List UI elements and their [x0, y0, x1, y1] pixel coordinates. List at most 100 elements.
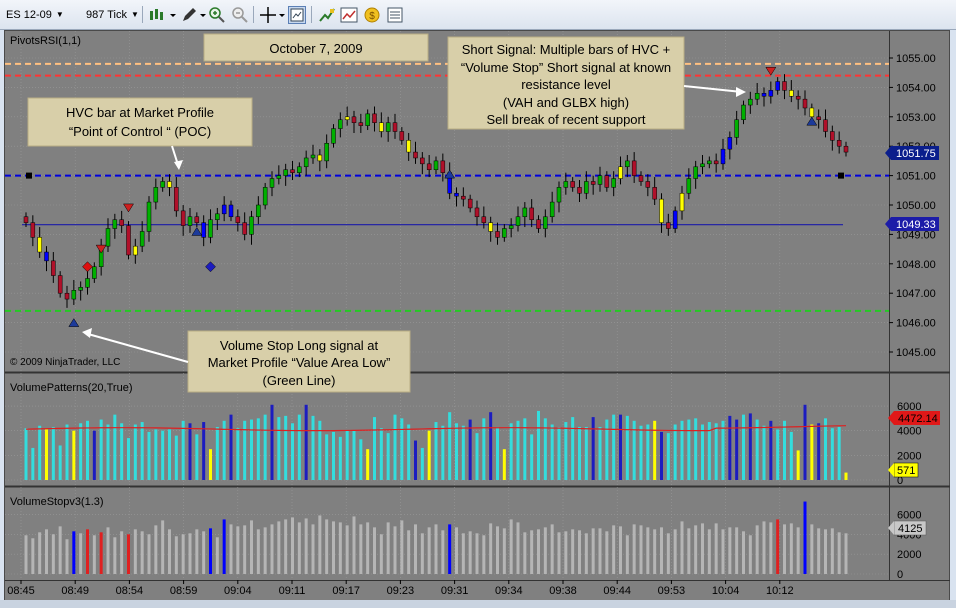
candle-body — [85, 278, 90, 288]
volume-bar — [277, 417, 281, 480]
volstop-bar — [619, 526, 622, 574]
volume-bar — [441, 425, 445, 480]
candle-body — [426, 163, 432, 170]
volume-bar — [742, 414, 745, 480]
volstop-bar — [673, 529, 677, 574]
volstop-bar — [72, 531, 76, 574]
candle-body — [597, 175, 603, 185]
volume-bar — [721, 420, 725, 480]
candle-body — [71, 290, 77, 300]
candle-body — [105, 228, 111, 247]
volstop-bar — [632, 524, 636, 574]
volume-bar — [844, 472, 848, 480]
volume-bar — [99, 419, 103, 480]
price-axis-label: 1050.00 — [896, 200, 936, 212]
volstop-bar — [441, 530, 445, 574]
volume-bar — [236, 428, 240, 480]
volume-bar — [830, 428, 834, 480]
volume-bar — [530, 434, 534, 480]
volstop-bar — [523, 532, 527, 574]
volume-bar — [359, 439, 363, 480]
volume-bar — [31, 447, 35, 480]
candle-body — [385, 122, 391, 132]
time-axis-label: 08:59 — [170, 585, 198, 597]
volstop-bar — [127, 534, 130, 574]
chart-svg[interactable]: 1055.001054.001053.001052.001051.001050.… — [0, 0, 956, 608]
volstop-bar — [762, 521, 766, 574]
candle-body — [720, 148, 726, 165]
candle-body — [372, 113, 377, 123]
volstop-bar — [133, 529, 137, 574]
candle-body — [584, 181, 589, 194]
candle-body — [590, 181, 596, 185]
volstop-bar — [270, 524, 274, 574]
volume-indicator-label: VolumePatterns(20,True) — [10, 382, 132, 394]
volstop-bar — [174, 536, 178, 574]
volume-bar — [550, 424, 554, 480]
volstop-bar — [612, 525, 616, 574]
volume-bar — [789, 431, 793, 480]
price-axis-label: 1051.00 — [896, 171, 936, 183]
price-axis-label: 1045.00 — [896, 347, 936, 359]
volstop-bar — [400, 520, 404, 574]
volume-bar — [332, 431, 335, 480]
volume-bar — [578, 426, 581, 480]
volstop-bar — [222, 519, 226, 574]
volume-bar — [666, 433, 670, 480]
candle-body — [481, 216, 487, 223]
candle-body — [194, 216, 200, 223]
window-bottom-strip — [0, 600, 956, 608]
candle-body — [672, 210, 678, 229]
volstop-bar — [297, 522, 301, 574]
poc-end-marker — [838, 172, 844, 179]
candle-body — [611, 178, 616, 188]
candle-body — [310, 154, 316, 159]
candle-body — [474, 207, 480, 218]
volstop-bar — [379, 534, 383, 574]
volume-axis-label: 2000 — [897, 450, 921, 462]
candle-body — [707, 160, 712, 165]
volume-bar — [701, 424, 704, 480]
candle-body — [228, 204, 234, 218]
volstop-bar — [31, 538, 35, 574]
volume-bar — [352, 430, 356, 480]
price-axis-label: 1055.00 — [896, 53, 936, 65]
candle-body — [215, 213, 220, 220]
volstop-bar — [810, 524, 814, 574]
volstop-bar — [338, 522, 342, 574]
candle-body — [659, 198, 664, 223]
volume-bar — [270, 404, 274, 480]
volume-bar — [79, 423, 83, 480]
volume-bar — [127, 438, 130, 480]
volume-avg-label: 4472.14 — [898, 413, 938, 425]
volume-bar — [420, 447, 424, 480]
volume-bar — [673, 424, 677, 480]
volume-axis-label: 4000 — [897, 426, 921, 438]
volstop-bar — [837, 532, 841, 574]
candle-body — [652, 187, 657, 200]
volstop-bar — [571, 529, 575, 574]
volume-bar — [584, 426, 588, 480]
candle-body — [433, 160, 439, 170]
time-axis-label: 09:44 — [603, 585, 631, 597]
volume-bar — [557, 426, 561, 480]
volstop-bar — [475, 533, 479, 574]
volstop-bar — [550, 524, 554, 574]
volstop-bar — [489, 523, 493, 574]
volstop-bar — [250, 520, 253, 574]
volstop-bar — [830, 528, 834, 574]
candle-body — [440, 160, 446, 173]
volstop-bar — [120, 531, 124, 574]
candle-body — [631, 160, 637, 176]
candle-body — [23, 216, 29, 223]
volstop-bar — [311, 524, 315, 574]
volume-bar — [687, 419, 691, 480]
volume-bar — [509, 423, 513, 480]
price-axis-label: 1053.00 — [896, 112, 936, 124]
candle-body — [399, 131, 405, 141]
volume-bar — [291, 423, 294, 480]
candle-body — [64, 292, 70, 300]
volstop-bar — [605, 531, 609, 574]
volume-bar — [762, 425, 766, 480]
volume-bar — [598, 426, 602, 480]
